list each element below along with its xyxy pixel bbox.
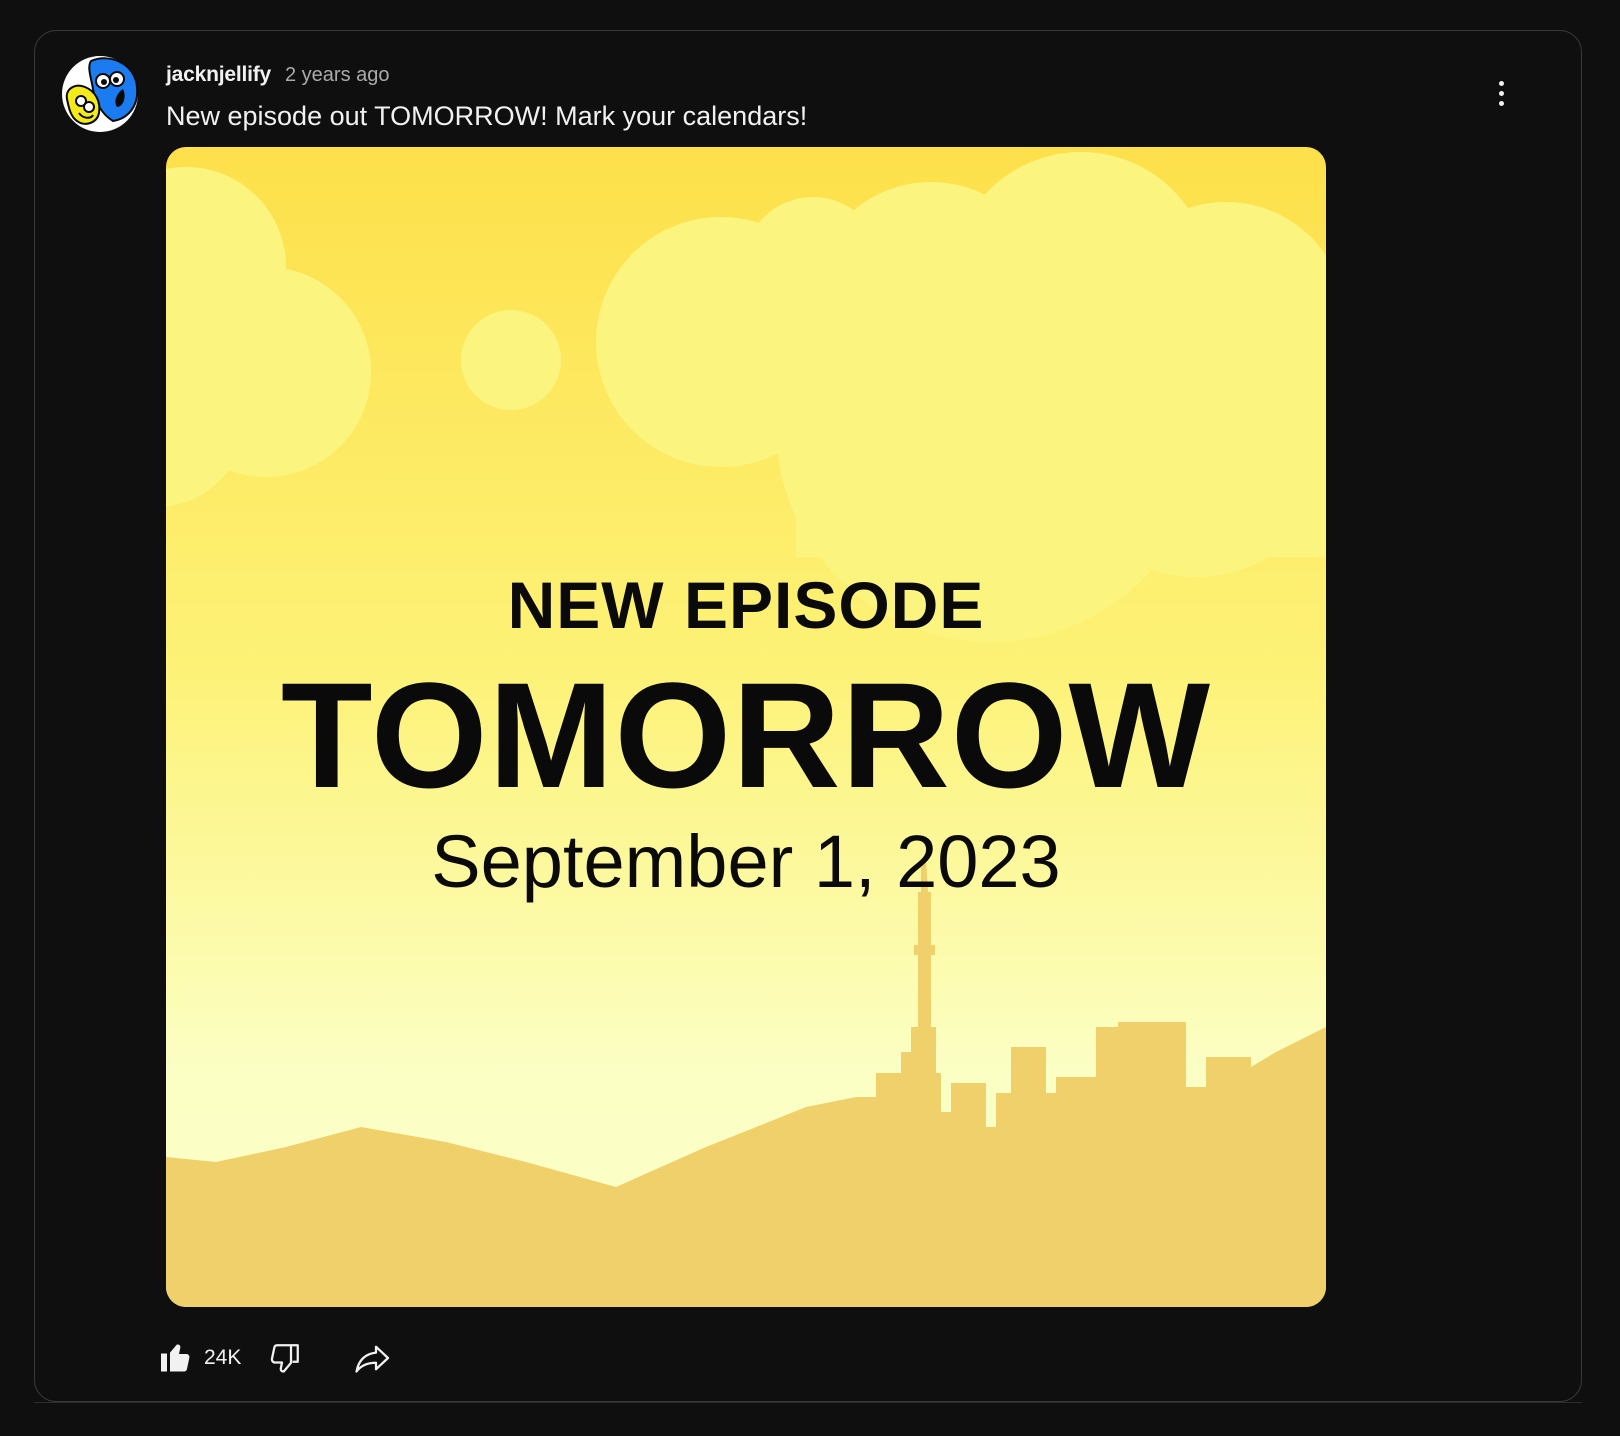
- avatar-logo-icon: [62, 56, 139, 132]
- like-button[interactable]: [158, 1340, 194, 1376]
- more-options-button[interactable]: [1481, 71, 1521, 115]
- image-headline-small: NEW EPISODE: [507, 568, 985, 642]
- like-count: 24K: [204, 1346, 242, 1369]
- share-icon: [355, 1345, 390, 1373]
- community-post-card: jacknjellify 2 years ago New episode out…: [34, 30, 1582, 1402]
- post-image[interactable]: NEW EPISODE TOMORROW September 1, 2023: [166, 147, 1326, 1307]
- thumb-down-icon: [271, 1344, 300, 1373]
- post-timestamp[interactable]: 2 years ago: [285, 64, 390, 87]
- post-actions: 24K: [158, 1336, 393, 1380]
- image-headline-large: TOMORROW: [280, 651, 1212, 819]
- post-header: jacknjellify 2 years ago: [166, 63, 390, 87]
- post-text: New episode out TOMORROW! Mark your cale…: [166, 101, 808, 131]
- more-vert-icon-dot: [1498, 90, 1504, 96]
- channel-avatar[interactable]: [61, 55, 139, 133]
- bottom-divider: [34, 1402, 1582, 1403]
- more-vert-icon-dot: [1498, 100, 1504, 106]
- author-name[interactable]: jacknjellify: [166, 63, 271, 87]
- share-button[interactable]: [353, 1340, 393, 1376]
- image-date: September 1, 2023: [431, 820, 1061, 903]
- more-vert-icon: [1498, 80, 1504, 86]
- dislike-button[interactable]: [267, 1340, 303, 1376]
- thumb-up-icon: [161, 1344, 190, 1372]
